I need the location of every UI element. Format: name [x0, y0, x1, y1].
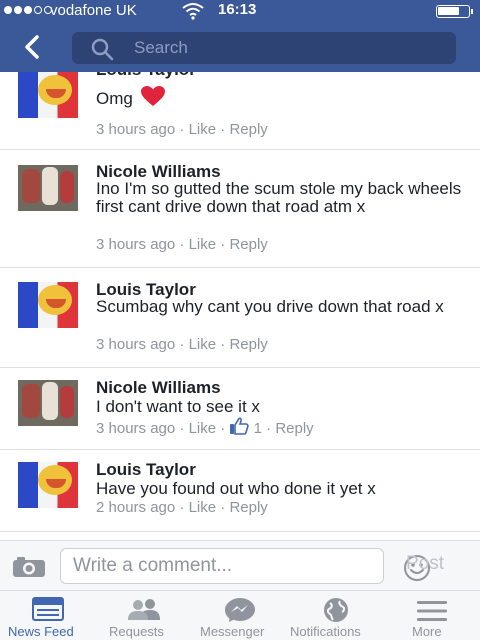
- avatar[interactable]: [18, 462, 78, 508]
- like-link[interactable]: Like: [189, 236, 217, 253]
- camera-icon[interactable]: [12, 556, 46, 583]
- thumbs-up-icon: [230, 417, 250, 435]
- comment-item: Nicole Williams Ino I'm so gutted the sc…: [0, 150, 480, 268]
- reply-link[interactable]: Reply: [229, 336, 267, 353]
- like-link[interactable]: Like: [189, 420, 217, 437]
- comment-meta: 2 hours ago · Like · Reply: [96, 499, 268, 516]
- like-count: 1: [253, 420, 262, 437]
- comment-text: Ino I'm so gutted the scum stole my back…: [96, 179, 462, 216]
- comment-placeholder: Write a comment...: [73, 555, 233, 576]
- tab-news-feed[interactable]: News Feed: [0, 591, 96, 640]
- tab-bar: News Feed Requests Messenger Notificatio…: [0, 590, 480, 640]
- comment-text: Have you found out who done it yet x: [96, 479, 376, 498]
- signal-strength-icon: [4, 6, 52, 14]
- comment-author[interactable]: Louis Taylor: [96, 460, 196, 480]
- tab-requests[interactable]: Requests: [96, 591, 192, 640]
- like-link[interactable]: Like: [189, 121, 217, 138]
- reply-link[interactable]: Reply: [229, 236, 267, 253]
- reply-link[interactable]: Reply: [229, 499, 267, 516]
- post-button[interactable]: Post: [406, 553, 444, 575]
- wifi-icon: [182, 2, 204, 24]
- comment-composer: Write a comment... Post: [0, 540, 480, 590]
- comment-text: Scumbag why cant you drive down that roa…: [96, 297, 444, 316]
- comment-author[interactable]: Louis Taylor: [96, 72, 196, 80]
- tab-label: Requests: [109, 624, 164, 639]
- avatar[interactable]: [18, 380, 78, 426]
- reply-link[interactable]: Reply: [229, 121, 267, 138]
- top-bar: vodafone UK 16:13 Search: [0, 0, 480, 72]
- news-feed-icon: [32, 597, 64, 626]
- heart-emoji-icon: [140, 86, 165, 106]
- comment-author[interactable]: Nicole Williams: [96, 378, 221, 398]
- comment-list: Louis Taylor Omg 3 hours ago · Like · Re…: [0, 72, 480, 540]
- comment-item: Nicole Williams I don't want to see it x…: [0, 368, 480, 450]
- search-field[interactable]: Search: [72, 32, 456, 64]
- comment-meta: 3 hours ago · Like · Reply: [96, 336, 268, 353]
- chevron-left-icon: [25, 35, 39, 59]
- tab-more[interactable]: More: [384, 591, 480, 640]
- tab-label: More: [412, 624, 442, 639]
- comment-text: I don't want to see it x: [96, 397, 260, 416]
- comment-item: Louis Taylor Have you found out who done…: [0, 450, 480, 532]
- reply-link[interactable]: Reply: [275, 420, 313, 437]
- friend-requests-icon: [126, 597, 162, 626]
- back-button[interactable]: [20, 34, 46, 60]
- comment-meta: 3 hours ago · Like · Reply: [96, 236, 268, 253]
- tab-notifications[interactable]: Notifications: [288, 591, 384, 640]
- comment-item: Louis Taylor Omg 3 hours ago · Like · Re…: [0, 72, 480, 150]
- tab-label: News Feed: [8, 624, 74, 639]
- tab-messenger[interactable]: Messenger: [192, 591, 288, 640]
- battery-icon: [436, 5, 473, 18]
- comment-text: Omg: [96, 85, 466, 108]
- search-placeholder: Search: [134, 38, 188, 57]
- comment-item: Louis Taylor Scumbag why cant you drive …: [0, 268, 480, 368]
- status-bar: vodafone UK 16:13: [0, 0, 480, 24]
- avatar[interactable]: [18, 165, 78, 211]
- like-link[interactable]: Like: [189, 499, 217, 516]
- like-link[interactable]: Like: [189, 336, 217, 353]
- avatar[interactable]: [18, 282, 78, 328]
- carrier-name: vodafone UK: [50, 2, 137, 19]
- tab-label: Messenger: [200, 624, 265, 639]
- hamburger-icon: [416, 600, 448, 627]
- status-time: 16:13: [218, 1, 257, 18]
- search-icon: [90, 37, 114, 66]
- avatar[interactable]: [18, 72, 78, 118]
- comment-meta: 3 hours ago · Like · Reply: [96, 121, 268, 138]
- comment-input[interactable]: Write a comment...: [60, 548, 430, 584]
- comment-meta: 3 hours ago · Like · 1 · Reply: [96, 417, 314, 437]
- tab-label: Notifications: [290, 624, 361, 639]
